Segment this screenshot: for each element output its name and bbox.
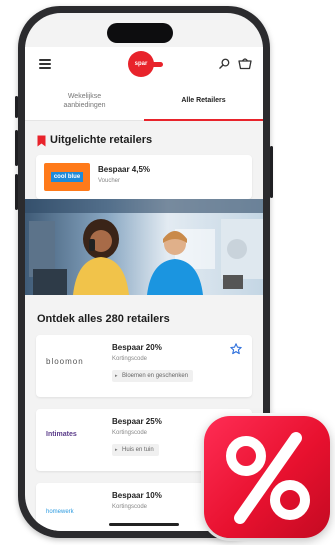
- retailer-logo: Intimates: [46, 431, 77, 438]
- retailer-save: Bespaar 10%: [112, 491, 162, 500]
- coolblue-logo-text: cool blue: [50, 172, 84, 182]
- featured-save: Bespaar 4,5%: [98, 165, 151, 174]
- search-icon[interactable]: [219, 58, 230, 69]
- retailer-category-chip[interactable]: Bloemen en geschenken: [112, 370, 194, 382]
- percent-icon: [226, 432, 310, 524]
- retailer-card[interactable]: bloomon Bespaar 20% Kortingscode Bloemen…: [36, 335, 252, 397]
- retailer-logo: homewerk: [46, 509, 74, 515]
- featured-title: Uitgelichte retailers: [50, 134, 153, 146]
- tab-all-retailers[interactable]: Alle Retailers: [144, 81, 263, 121]
- store-photo: [25, 199, 263, 295]
- tab-weekly-offers[interactable]: Wekelijkse aanbiedingen: [25, 81, 144, 120]
- retailer-save: Bespaar 20%: [112, 343, 162, 352]
- app-header: spar: [25, 47, 263, 81]
- star-icon[interactable]: [230, 343, 242, 355]
- featured-sub: Voucher: [98, 178, 121, 184]
- bookmark-icon: [37, 135, 46, 147]
- hamburger-icon[interactable]: [39, 59, 51, 69]
- retailer-category-chip[interactable]: Huis en tuin: [112, 444, 159, 456]
- cart-icon[interactable]: [238, 57, 252, 70]
- home-indicator[interactable]: [109, 523, 179, 526]
- power-button: [270, 146, 273, 198]
- tab-weekly-offers-label: Wekelijkse aanbiedingen: [63, 92, 106, 109]
- tab-bar: Wekelijkse aanbiedingen Alle Retailers: [25, 81, 263, 121]
- discover-title: Ontdek alles 280 retailers: [37, 313, 170, 325]
- mute-switch: [15, 96, 18, 118]
- logo-text: spar: [134, 61, 148, 67]
- tab-all-retailers-label: Alle Retailers: [181, 97, 226, 104]
- featured-retailer-card[interactable]: cool blue Bespaar 4,5% Voucher: [36, 155, 252, 199]
- volume-down-button: [15, 174, 18, 210]
- app-logo[interactable]: spar: [128, 51, 154, 77]
- retailer-sub: Kortingscode: [112, 504, 148, 510]
- app-icon[interactable]: [204, 416, 330, 538]
- volume-up-button: [15, 130, 18, 166]
- dynamic-island: [107, 23, 173, 43]
- retailer-sub: Kortingscode: [112, 430, 148, 436]
- retailer-sub: Kortingscode: [112, 356, 148, 362]
- coolblue-logo: cool blue: [44, 163, 90, 191]
- retailer-logo: bloomon: [46, 357, 84, 366]
- retailer-save: Bespaar 25%: [112, 417, 162, 426]
- featured-hero-image[interactable]: [25, 199, 263, 295]
